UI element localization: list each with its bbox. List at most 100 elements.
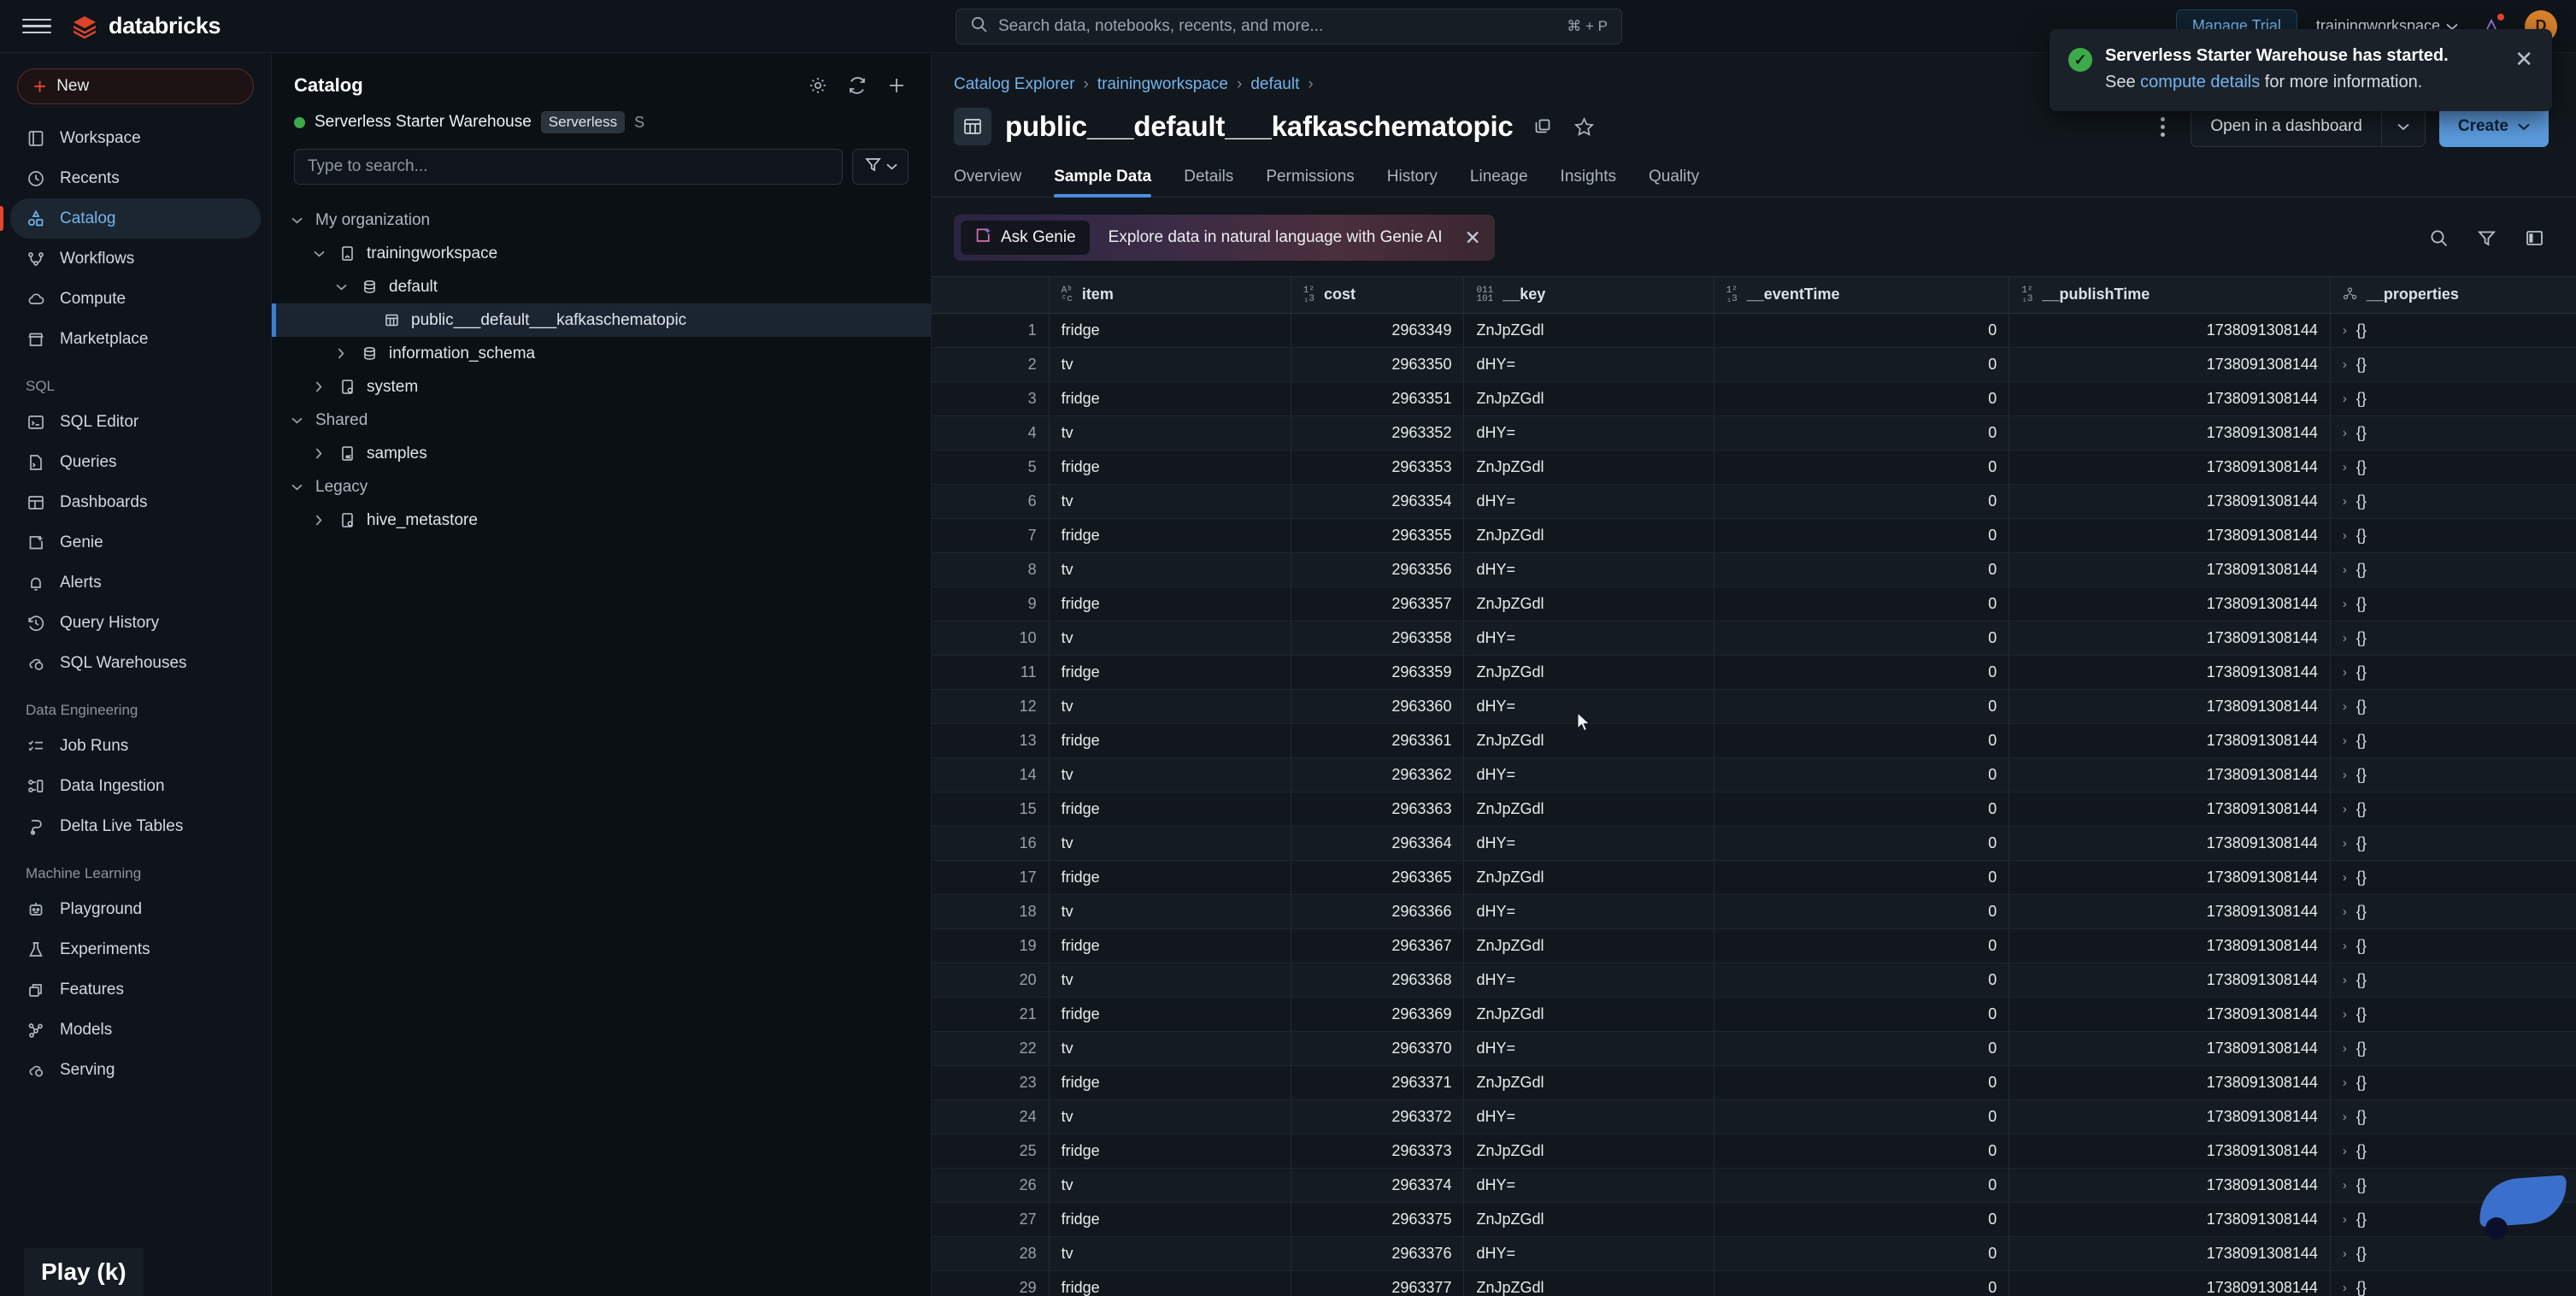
cell-item[interactable]: tv [1049, 1099, 1291, 1134]
cell-cost[interactable]: 2963362 [1291, 757, 1464, 792]
cell-cost[interactable]: 2963365 [1291, 860, 1464, 894]
warehouse-selector[interactable]: Serverless Starter Warehouse Serverless … [272, 97, 931, 133]
cell-properties[interactable]: ›{} [2330, 792, 2576, 826]
cell-eventtime[interactable]: 0 [1714, 894, 2009, 928]
expand-properties-icon[interactable]: › [2343, 563, 2347, 577]
cell-properties[interactable]: ›{} [2330, 1099, 2576, 1134]
cell-properties[interactable]: ›{} [2330, 347, 2576, 381]
table-row[interactable]: 18tv2963366dHY=01738091308144›{}12951420 [932, 894, 2576, 928]
row-number-cell[interactable]: 18 [932, 894, 1049, 928]
cell-item[interactable]: tv [1049, 963, 1291, 997]
cell-key[interactable]: ZnJpZGdl [1464, 723, 1714, 757]
cell-properties[interactable]: ›{} [2330, 1031, 2576, 1065]
expand-properties-icon[interactable]: › [2343, 392, 2347, 406]
cell-key[interactable]: ZnJpZGdl [1464, 450, 1714, 484]
expand-properties-icon[interactable]: › [2343, 1212, 2347, 1227]
cell-publishtime[interactable]: 1738091308144 [2009, 1065, 2331, 1099]
row-number-cell[interactable]: 28 [932, 1236, 1049, 1270]
search-input[interactable]: Search data, notebooks, recents, and mor… [956, 9, 1622, 44]
cell-item[interactable]: tv [1049, 1168, 1291, 1202]
search-icon[interactable] [2426, 225, 2451, 250]
cell-cost[interactable]: 2963351 [1291, 381, 1464, 415]
row-number-cell[interactable]: 3 [932, 381, 1049, 415]
sidebar-item-sql-editor[interactable]: SQL Editor [10, 402, 261, 442]
cell-eventtime[interactable]: 0 [1714, 757, 2009, 792]
cell-publishtime[interactable]: 1738091308144 [2009, 1168, 2331, 1202]
tree-node-system[interactable]: system [272, 370, 931, 404]
cell-item[interactable]: fridge [1049, 313, 1291, 347]
cell-item[interactable]: fridge [1049, 450, 1291, 484]
cell-publishtime[interactable]: 1738091308144 [2009, 450, 2331, 484]
row-number-cell[interactable]: 4 [932, 415, 1049, 450]
row-number-cell[interactable]: 1 [932, 313, 1049, 347]
cell-properties[interactable]: ›{} [2330, 1168, 2576, 1202]
row-number-cell[interactable]: 12 [932, 689, 1049, 723]
cell-cost[interactable]: 2963356 [1291, 552, 1464, 586]
cell-cost[interactable]: 2963353 [1291, 450, 1464, 484]
tree-node-table-kafkaschematopic[interactable]: public___default___kafkaschematopic [272, 303, 931, 337]
cell-publishtime[interactable]: 1738091308144 [2009, 621, 2331, 655]
cell-cost[interactable]: 2963361 [1291, 723, 1464, 757]
tab-overview[interactable]: Overview [954, 168, 1021, 197]
table-row[interactable]: 6tv2963354dHY=01738091308144›{}12951408 [932, 484, 2576, 518]
cell-eventtime[interactable]: 0 [1714, 347, 2009, 381]
sidebar-item-features[interactable]: Features [10, 969, 261, 1010]
table-row[interactable]: 8tv2963356dHY=01738091308144›{}12951410 [932, 552, 2576, 586]
expand-properties-icon[interactable]: › [2343, 460, 2347, 474]
table-row[interactable]: 22tv2963370dHY=01738091308144›{}12951424 [932, 1031, 2576, 1065]
cell-item[interactable]: fridge [1049, 381, 1291, 415]
cell-eventtime[interactable]: 0 [1714, 415, 2009, 450]
table-row[interactable]: 29fridge2963377ZnJpZGdl01738091308144›{}… [932, 1270, 2576, 1296]
tab-quality[interactable]: Quality [1649, 168, 1699, 197]
expand-properties-icon[interactable]: › [2343, 494, 2347, 509]
cell-cost[interactable]: 2963375 [1291, 1202, 1464, 1236]
copy-icon[interactable] [1531, 114, 1556, 139]
sidebar-item-dashboards[interactable]: Dashboards [10, 482, 261, 522]
cell-item[interactable]: fridge [1049, 928, 1291, 963]
table-row[interactable]: 20tv2963368dHY=01738091308144›{}12951422 [932, 963, 2576, 997]
expand-properties-icon[interactable]: › [2343, 699, 2347, 714]
cell-cost[interactable]: 2963359 [1291, 655, 1464, 689]
breadcrumb-item-default[interactable]: default [1250, 75, 1299, 94]
close-icon[interactable]: ✕ [1464, 227, 1480, 250]
tab-sample-data[interactable]: Sample Data [1054, 168, 1151, 197]
chevron-down-icon[interactable] [2381, 106, 2426, 147]
sidebar-item-alerts[interactable]: Alerts [10, 563, 261, 603]
cell-item[interactable]: fridge [1049, 792, 1291, 826]
column-header-item[interactable]: Aᵇᶜc item [1049, 277, 1291, 313]
table-row[interactable]: 21fridge2963369ZnJpZGdl01738091308144›{}… [932, 997, 2576, 1031]
cell-item[interactable]: fridge [1049, 1065, 1291, 1099]
cell-eventtime[interactable]: 0 [1714, 723, 2009, 757]
cell-key[interactable]: ZnJpZGdl [1464, 586, 1714, 621]
cell-key[interactable]: ZnJpZGdl [1464, 313, 1714, 347]
cell-item[interactable]: fridge [1049, 997, 1291, 1031]
cell-cost[interactable]: 2963350 [1291, 347, 1464, 381]
table-row[interactable]: 27fridge2963375ZnJpZGdl01738091308144›{}… [932, 1202, 2576, 1236]
cell-key[interactable]: dHY= [1464, 1236, 1714, 1270]
cell-eventtime[interactable]: 0 [1714, 1168, 2009, 1202]
cell-key[interactable]: ZnJpZGdl [1464, 1134, 1714, 1168]
cell-properties[interactable]: ›{} [2330, 997, 2576, 1031]
cell-key[interactable]: ZnJpZGdl [1464, 518, 1714, 552]
row-number-cell[interactable]: 23 [932, 1065, 1049, 1099]
cell-eventtime[interactable]: 0 [1714, 313, 2009, 347]
cell-cost[interactable]: 2963355 [1291, 518, 1464, 552]
row-number-cell[interactable]: 16 [932, 826, 1049, 860]
cell-key[interactable]: ZnJpZGdl [1464, 381, 1714, 415]
table-row[interactable]: 3fridge2963351ZnJpZGdl01738091308144›{}1… [932, 381, 2576, 415]
cell-eventtime[interactable]: 0 [1714, 1099, 2009, 1134]
cell-properties[interactable]: ›{} [2330, 381, 2576, 415]
row-number-cell[interactable]: 25 [932, 1134, 1049, 1168]
plus-icon[interactable] [885, 74, 909, 97]
row-number-cell[interactable]: 7 [932, 518, 1049, 552]
cell-properties[interactable]: ›{} [2330, 1236, 2576, 1270]
expand-properties-icon[interactable]: › [2343, 357, 2347, 372]
row-number-cell[interactable]: 17 [932, 860, 1049, 894]
row-number-cell[interactable]: 9 [932, 586, 1049, 621]
cell-properties[interactable]: ›{} [2330, 1065, 2576, 1099]
sidebar-item-delta-live-tables[interactable]: Delta Live Tables [10, 806, 261, 846]
row-number-cell[interactable]: 26 [932, 1168, 1049, 1202]
cell-item[interactable]: tv [1049, 415, 1291, 450]
cell-key[interactable]: dHY= [1464, 894, 1714, 928]
cell-eventtime[interactable]: 0 [1714, 1236, 2009, 1270]
